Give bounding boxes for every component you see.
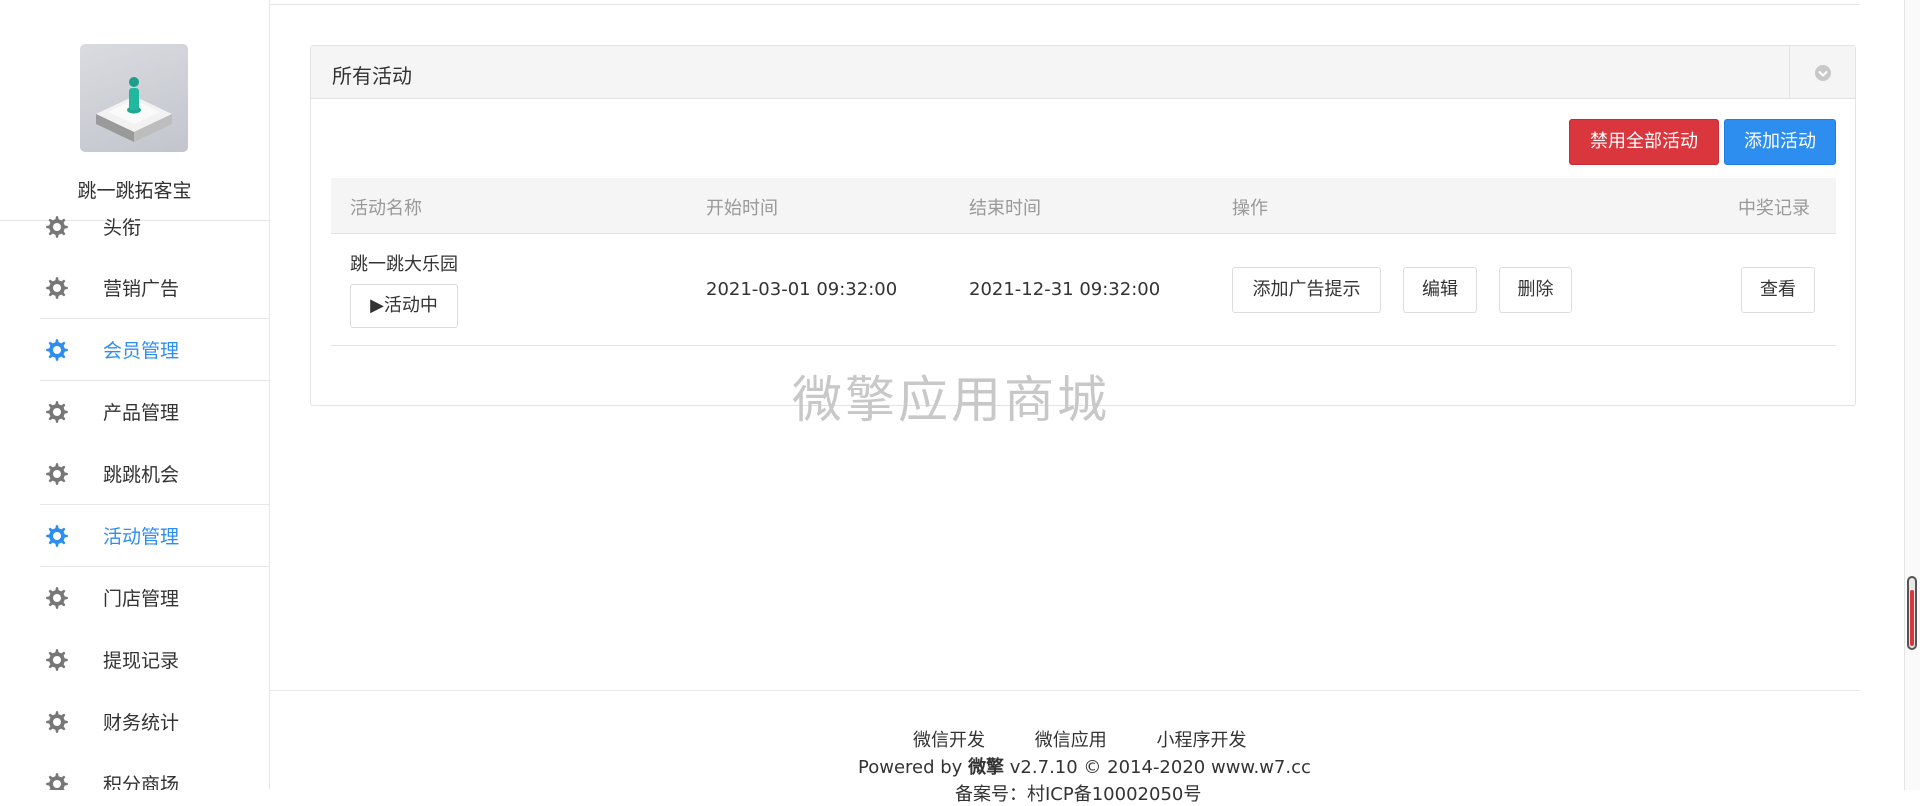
sidebar-item-activities[interactable]: 活动管理 (0, 505, 269, 567)
column-header-start: 开始时间 (706, 198, 778, 219)
gear-icon (46, 649, 68, 671)
gear-icon (46, 401, 68, 423)
sidebar-item-label: 会员管理 (103, 340, 180, 362)
footer-divider (270, 690, 1860, 691)
sidebar-item-label: 积分商场 (103, 774, 180, 790)
gear-icon (46, 711, 68, 733)
column-header-actions: 操作 (1232, 198, 1268, 219)
sidebar-item-stores[interactable]: 门店管理 (0, 567, 269, 629)
chevron-circle-down-icon (1815, 65, 1831, 81)
scrollbar-thumb-indicator (1910, 590, 1914, 646)
top-divider (270, 4, 1860, 5)
sidebar-item-label: 产品管理 (103, 402, 180, 424)
panel-title: 所有活动 (332, 64, 412, 88)
powered-suffix: v2.7.10 © 2014-2020 www.w7.cc (1004, 757, 1311, 778)
gear-icon (46, 216, 68, 238)
sidebar-item-label: 活动管理 (103, 526, 180, 548)
app-name: 跳一跳拓客宝 (77, 180, 192, 202)
sidebar-item-members[interactable]: 会员管理 (0, 319, 269, 381)
add-activity-button[interactable]: 添加活动 (1724, 119, 1836, 165)
footer-link-wechat-apps[interactable]: 微信应用 (1035, 730, 1107, 751)
app-logo (80, 44, 188, 152)
activity-name: 跳一跳大乐园 (350, 254, 458, 275)
footer-links: 微信开发 微信应用 小程序开发 (913, 726, 1290, 752)
panel-collapse-toggle[interactable] (1789, 46, 1855, 98)
footer-link-miniprogram-dev[interactable]: 小程序开发 (1156, 730, 1246, 751)
add-ad-tip-button[interactable]: 添加广告提示 (1232, 267, 1381, 313)
column-header-records: 中奖记录 (1738, 198, 1810, 219)
sidebar-item-label: 跳跳机会 (103, 464, 180, 486)
sidebar-item-label: 营销广告 (103, 278, 180, 300)
sidebar-item-jump-chances[interactable]: 跳跳机会 (0, 443, 269, 505)
watermark: 微擎应用商城 (792, 371, 1110, 429)
activity-status-button[interactable]: ▶活动中 (350, 284, 458, 328)
footer-icp[interactable]: 备案号：村ICP备10002050号 (955, 780, 1201, 806)
powered-prefix: Powered by (858, 757, 969, 778)
table-row: 跳一跳大乐园 ▶活动中 2021-03-01 09:32:00 2021-12-… (331, 234, 1836, 346)
activity-end-time: 2021-12-31 09:32:00 (969, 279, 1161, 300)
sidebar-item-withdrawals[interactable]: 提现记录 (0, 629, 269, 691)
footer-link-wechat-dev[interactable]: 微信开发 (913, 730, 985, 751)
sidebar-item-points-mall[interactable]: 积分商场 (0, 753, 269, 790)
activity-start-time: 2021-03-01 09:32:00 (706, 279, 898, 300)
view-records-button[interactable]: 查看 (1741, 267, 1815, 313)
sidebar-item-products[interactable]: 产品管理 (0, 381, 269, 443)
edit-button[interactable]: 编辑 (1403, 267, 1477, 313)
column-header-end: 结束时间 (969, 198, 1041, 219)
sidebar-item-title[interactable]: 头衔 (0, 204, 269, 257)
column-header-name: 活动名称 (350, 198, 422, 219)
sidebar-item-finance[interactable]: 财务统计 (0, 691, 269, 753)
scrollbar-track[interactable] (1904, 0, 1920, 790)
gear-icon (46, 339, 68, 361)
activities-panel: 所有活动 禁用全部活动 添加活动 活动名称 开始时间 结束时间 操作 中奖记录 … (310, 45, 1856, 406)
delete-button[interactable]: 删除 (1499, 267, 1572, 313)
powered-brand[interactable]: 微擎 (968, 757, 1004, 778)
gear-icon (46, 463, 68, 485)
sidebar-item-label: 头衔 (103, 217, 142, 239)
jump-game-logo-icon (96, 77, 172, 142)
footer-powered-by: Powered by 微擎 v2.7.10 © 2014-2020 www.w7… (858, 753, 1311, 779)
sidebar-menu: 头衔 营销广告 会员管理 产品管理 跳跳机会 活动管理 门店管理 提现记录 财务… (0, 204, 269, 790)
sidebar-item-label: 门店管理 (103, 588, 180, 610)
sidebar-item-label: 财务统计 (103, 712, 180, 734)
table-header: 活动名称 开始时间 结束时间 操作 中奖记录 (331, 178, 1836, 234)
gear-icon (46, 525, 68, 547)
gear-icon (46, 587, 68, 609)
gear-icon (46, 277, 68, 299)
sidebar-item-label: 提现记录 (103, 650, 180, 672)
panel-header: 所有活动 (311, 46, 1855, 99)
gear-icon (46, 773, 68, 790)
sidebar: 跳一跳拓客宝 头衔 营销广告 会员管理 产品管理 跳跳机会 活动管理 门店管理 … (0, 0, 270, 790)
sidebar-item-marketing-ads[interactable]: 营销广告 (0, 257, 269, 319)
disable-all-activities-button[interactable]: 禁用全部活动 (1569, 119, 1719, 165)
